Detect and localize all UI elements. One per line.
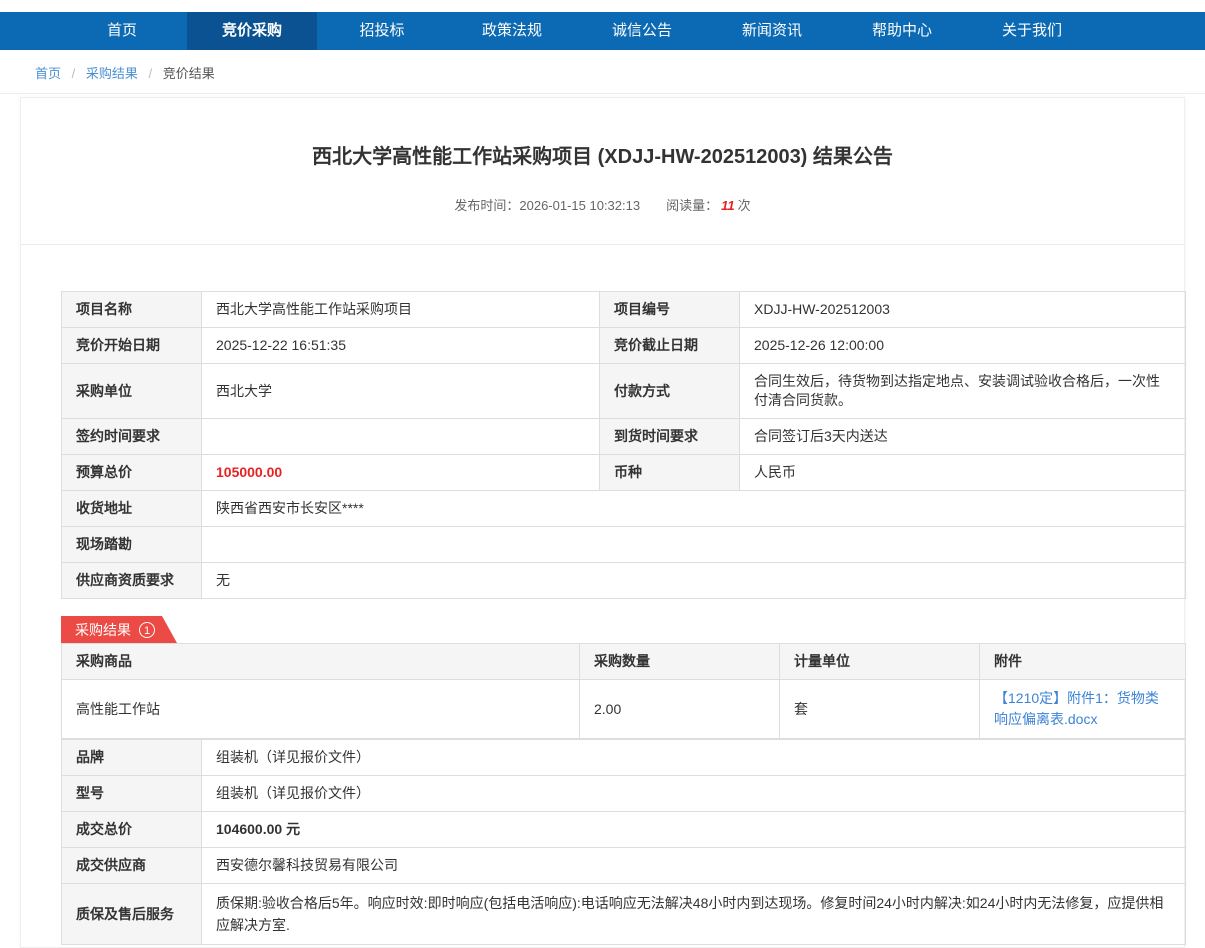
info-label: 预算总价 (62, 455, 202, 491)
breadcrumb: 首页 / 采购结果 / 竞价结果 (0, 50, 1205, 94)
result-badge: 采购结果 1 (61, 616, 177, 643)
publish-time-value: 2026-01-15 10:32:13 (519, 198, 640, 213)
table-row: 项目名称 西北大学高性能工作站采购项目 项目编号 XDJJ-HW-2025120… (62, 292, 1186, 328)
project-info-table: 项目名称 西北大学高性能工作站采购项目 项目编号 XDJJ-HW-2025120… (61, 291, 1186, 599)
table-row: 预算总价 105000.00 币种 人民币 (62, 455, 1186, 491)
breadcrumb-separator: / (149, 66, 153, 81)
table-row: 成交供应商 西安德尔馨科技贸易有限公司 (62, 848, 1186, 884)
warranty-service-value: 质保期:验收合格后5年。响应时效:即时响应(包括电活响应):电话响应无法解决48… (202, 884, 1186, 945)
table-row: 采购单位 西北大学 付款方式 合同生效后，待货物到达指定地点、安装调试验收合格后… (62, 364, 1186, 419)
info-label: 采购单位 (62, 364, 202, 419)
publish-time-label: 发布时间： (454, 198, 519, 213)
attachment-link[interactable]: 【1210定】附件1：货物类响应偏离表.docx (994, 688, 1171, 730)
column-header-quantity: 采购数量 (580, 644, 780, 680)
info-value: 合同生效后，待货物到达指定地点、安装调试验收合格后，一次性付清合同货款。 (740, 364, 1186, 419)
nav-item-about-us[interactable]: 关于我们 (967, 12, 1097, 50)
breadcrumb-purchase-results[interactable]: 采购结果 (86, 66, 138, 81)
result-badge-label: 采购结果 (75, 620, 131, 640)
info-value: 合同签订后3天内送达 (740, 419, 1186, 455)
info-value: 2025-12-26 12:00:00 (740, 328, 1186, 364)
column-header-unit: 计量单位 (780, 644, 980, 680)
table-row: 供应商资质要求 无 (62, 563, 1186, 599)
info-label: 竞价截止日期 (600, 328, 740, 364)
info-label: 到货时间要求 (600, 419, 740, 455)
views-label: 阅读量： (666, 198, 718, 213)
announcement-card: 西北大学高性能工作站采购项目 (XDJJ-HW-202512003) 结果公告 … (20, 97, 1185, 948)
info-label: 现场踏勘 (62, 527, 202, 563)
budget-total-value: 105000.00 (202, 455, 600, 491)
column-header-product: 采购商品 (62, 644, 580, 680)
nav-item-news[interactable]: 新闻资讯 (707, 12, 837, 50)
detail-label: 成交供应商 (62, 848, 202, 884)
table-row: 高性能工作站 2.00 套 【1210定】附件1：货物类响应偏离表.docx (62, 680, 1186, 739)
detail-label: 型号 (62, 776, 202, 812)
table-header-row: 采购商品 采购数量 计量单位 附件 (62, 644, 1186, 680)
detail-label: 品牌 (62, 740, 202, 776)
detail-label: 成交总价 (62, 812, 202, 848)
table-row: 成交总价 104600.00 元 (62, 812, 1186, 848)
table-row: 现场踏勘 (62, 527, 1186, 563)
info-value: 西北大学高性能工作站采购项目 (202, 292, 600, 328)
info-value: XDJJ-HW-202512003 (740, 292, 1186, 328)
product-quantity: 2.00 (580, 680, 780, 739)
page-title: 西北大学高性能工作站采购项目 (XDJJ-HW-202512003) 结果公告 (21, 140, 1184, 169)
info-label: 签约时间要求 (62, 419, 202, 455)
info-value: 无 (202, 563, 1186, 599)
table-row: 竞价开始日期 2025-12-22 16:51:35 竞价截止日期 2025-1… (62, 328, 1186, 364)
table-row: 签约时间要求 到货时间要求 合同签订后3天内送达 (62, 419, 1186, 455)
info-label: 收货地址 (62, 491, 202, 527)
info-label: 竞价开始日期 (62, 328, 202, 364)
header-divider (21, 244, 1184, 245)
breadcrumb-home[interactable]: 首页 (35, 66, 61, 81)
views-count: 11 (721, 198, 735, 213)
nav-item-help-center[interactable]: 帮助中心 (837, 12, 967, 50)
info-value (202, 527, 1186, 563)
info-value (202, 419, 600, 455)
detail-value: 组装机（详见报价文件） (202, 740, 1186, 776)
supplier-name: 西安德尔馨科技贸易有限公司 (202, 848, 1186, 884)
nav-item-policy[interactable]: 政策法规 (447, 12, 577, 50)
table-row: 质保及售后服务 质保期:验收合格后5年。响应时效:即时响应(包括电活响应):电话… (62, 884, 1186, 945)
views-unit: 次 (738, 198, 751, 213)
article-meta: 发布时间：2026-01-15 10:32:13 阅读量：11次 (21, 195, 1184, 214)
nav-item-home[interactable]: 首页 (57, 12, 187, 50)
info-label: 项目名称 (62, 292, 202, 328)
detail-label: 质保及售后服务 (62, 884, 202, 945)
table-row: 品牌 组装机（详见报价文件） (62, 740, 1186, 776)
info-value: 人民币 (740, 455, 1186, 491)
nav-item-integrity-notice[interactable]: 诚信公告 (577, 12, 707, 50)
top-navigation: 首页 竞价采购 招投标 政策法规 诚信公告 新闻资讯 帮助中心 关于我们 (0, 12, 1205, 50)
table-row: 型号 组装机（详见报价文件） (62, 776, 1186, 812)
deal-total-price: 104600.00 元 (202, 812, 1186, 848)
info-value: 西北大学 (202, 364, 600, 419)
nav-item-tender[interactable]: 招投标 (317, 12, 447, 50)
deal-detail-table: 品牌 组装机（详见报价文件） 型号 组装机（详见报价文件） 成交总价 10460… (61, 739, 1186, 945)
info-value: 陕西省西安市长安区**** (202, 491, 1186, 527)
result-badge-number: 1 (139, 622, 155, 638)
column-header-attachment: 附件 (980, 644, 1186, 680)
detail-value: 组装机（详见报价文件） (202, 776, 1186, 812)
info-label: 币种 (600, 455, 740, 491)
info-label: 付款方式 (600, 364, 740, 419)
purchase-result-table: 采购商品 采购数量 计量单位 附件 高性能工作站 2.00 套 【1210定】附… (61, 643, 1186, 739)
product-unit: 套 (780, 680, 980, 739)
breadcrumb-current: 竞价结果 (163, 66, 215, 81)
product-name: 高性能工作站 (62, 680, 580, 739)
breadcrumb-separator: / (72, 66, 76, 81)
nav-item-bidding-purchase[interactable]: 竞价采购 (187, 12, 317, 50)
info-label: 供应商资质要求 (62, 563, 202, 599)
table-row: 收货地址 陕西省西安市长安区**** (62, 491, 1186, 527)
info-label: 项目编号 (600, 292, 740, 328)
info-value: 2025-12-22 16:51:35 (202, 328, 600, 364)
